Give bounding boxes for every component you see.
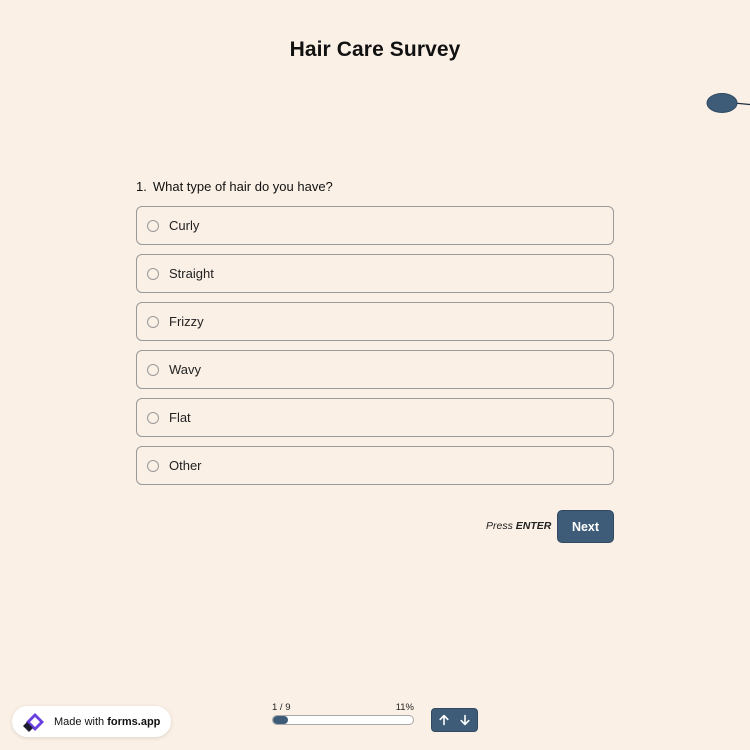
option-label: Straight — [169, 266, 214, 281]
option-straight[interactable]: Straight — [136, 254, 614, 293]
press-enter-hint: Press ENTER — [486, 520, 551, 532]
question-navigation — [431, 708, 478, 732]
decorative-ellipse-icon — [706, 93, 750, 113]
question-title: 1. What type of hair do you have? — [136, 179, 333, 194]
badge-prefix: Made with — [54, 715, 105, 728]
radio-circle-icon[interactable] — [147, 363, 159, 376]
badge-text: Made with forms.app — [54, 716, 160, 728]
forms-app-logo-icon — [23, 712, 44, 732]
progress-bar — [272, 715, 414, 725]
option-label: Flat — [169, 410, 191, 425]
option-frizzy[interactable]: Frizzy — [136, 302, 614, 341]
option-flat[interactable]: Flat — [136, 398, 614, 437]
options-list: Curly Straight Frizzy Wavy Flat Other — [136, 206, 614, 494]
badge-brand: forms.app — [107, 715, 161, 728]
option-label: Frizzy — [169, 314, 204, 329]
progress-indicator: 1 / 9 11% — [272, 702, 414, 725]
radio-circle-icon[interactable] — [147, 411, 159, 424]
made-with-forms-app-badge[interactable]: Made with forms.app — [12, 706, 171, 737]
question-number: 1. — [136, 179, 147, 194]
page-title: Hair Care Survey — [289, 38, 461, 61]
previous-question-button[interactable] — [435, 711, 453, 729]
option-curly[interactable]: Curly — [136, 206, 614, 245]
radio-circle-icon[interactable] — [147, 315, 159, 328]
progress-count: 1 / 9 — [272, 702, 291, 713]
press-enter-key: ENTER — [515, 520, 552, 532]
option-other[interactable]: Other — [136, 446, 614, 485]
radio-circle-icon[interactable] — [147, 459, 159, 472]
next-button[interactable]: Next — [557, 510, 614, 543]
arrow-down-icon — [460, 714, 470, 726]
radio-circle-icon[interactable] — [147, 267, 159, 280]
press-enter-prefix: Press — [486, 520, 513, 532]
radio-circle-icon[interactable] — [147, 219, 159, 232]
option-label: Curly — [169, 218, 200, 233]
option-label: Other — [169, 458, 202, 473]
arrow-up-icon — [439, 714, 449, 726]
question-text: What type of hair do you have? — [152, 179, 333, 194]
progress-bar-fill — [273, 716, 289, 724]
next-question-button[interactable] — [456, 711, 474, 729]
option-wavy[interactable]: Wavy — [136, 350, 614, 389]
option-label: Wavy — [169, 362, 202, 377]
progress-percent: 11% — [395, 702, 414, 713]
